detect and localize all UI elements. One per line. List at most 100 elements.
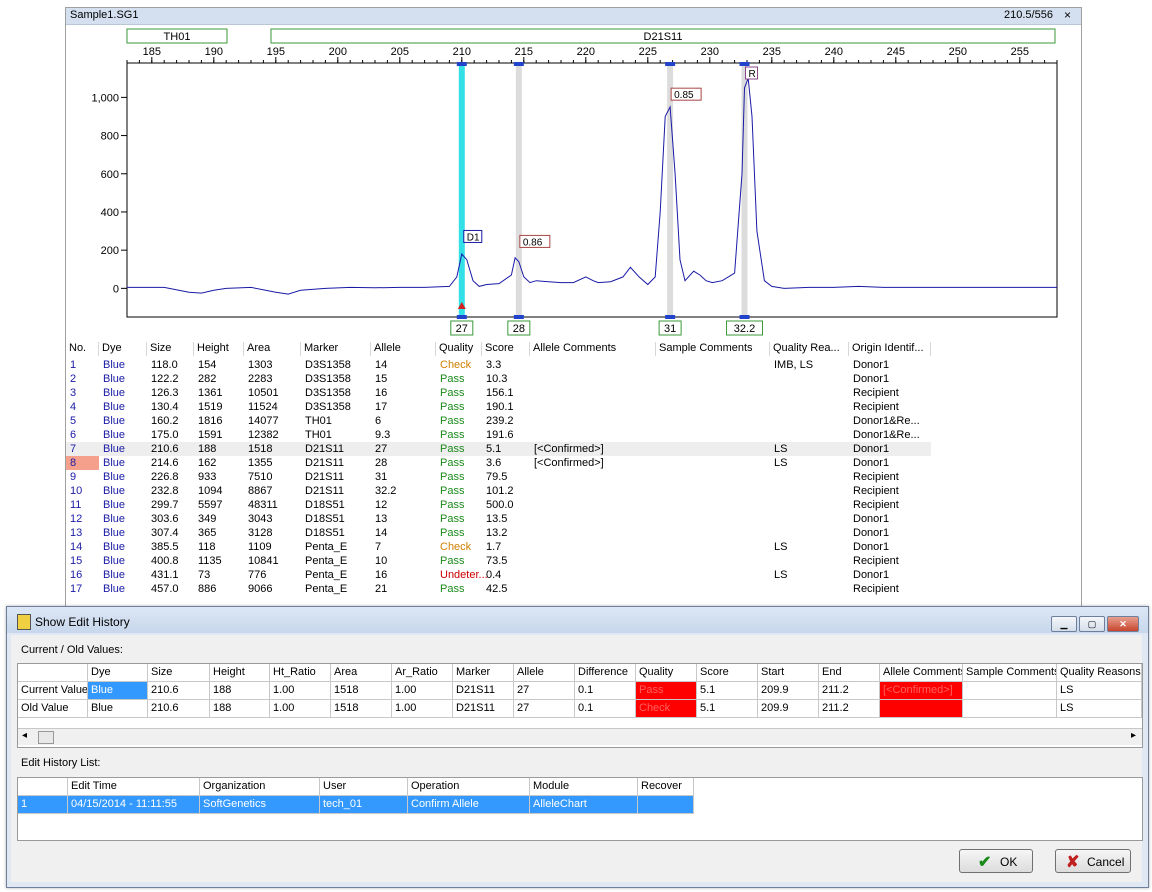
column-header[interactable]: Operation — [408, 778, 530, 796]
table-cell: Blue — [103, 485, 126, 497]
column-header[interactable]: Organization — [200, 778, 320, 796]
table-row[interactable]: 13 Blue 307.4 365 3128 D18S51 14 Pass 13.2 Donor1 — [66, 526, 931, 540]
x-tick-label: 195 — [267, 46, 285, 58]
allele-band[interactable] — [458, 63, 465, 317]
column-header[interactable]: Area — [244, 342, 301, 356]
scroll-left-icon[interactable]: ◂ — [22, 730, 27, 741]
column-header[interactable]: Module — [530, 778, 638, 796]
column-header[interactable]: Dye — [99, 342, 147, 356]
column-header[interactable]: Sample Comments — [656, 342, 770, 356]
column-header[interactable]: Size — [148, 664, 210, 682]
table-cell: 27 — [375, 443, 388, 455]
column-header[interactable]: Quality Reasons — [1057, 664, 1142, 682]
table-row[interactable]: 10 Blue 232.8 1094 8867 D21S11 32.2 Pass 101.2 Re… — [66, 484, 931, 498]
table-cell: Blue — [103, 401, 126, 413]
column-header[interactable]: No. — [66, 342, 99, 356]
column-header[interactable]: Score — [482, 342, 530, 356]
column-header[interactable]: Ar_Ratio — [392, 664, 453, 682]
history-cell: 1 — [18, 796, 68, 814]
current-old-label: Current / Old Values: — [21, 644, 123, 656]
band-top-handle[interactable] — [739, 62, 750, 66]
column-header[interactable]: User — [320, 778, 408, 796]
electropherogram[interactable]: TH01 D21S11 185 190 195 200 205 210 215 220 225 2… — [65, 24, 1075, 340]
table-cell — [880, 700, 963, 718]
table-row[interactable]: 7 Blue 210.6 188 1518 D21S11 27 Pass 5.1 [<Confir… — [66, 442, 931, 456]
table-row[interactable]: 16 Blue 431.1 73 776 Penta_E 16 Undeter... 0.4 LS… — [66, 568, 931, 582]
column-header[interactable]: Start — [758, 664, 819, 682]
band-bottom-handle[interactable] — [456, 315, 467, 319]
column-header[interactable]: Height — [210, 664, 270, 682]
column-header[interactable]: Quality — [436, 342, 482, 356]
table-row[interactable]: 11 Blue 299.7 5597 48311 D18S51 12 Pass 500.0 Rec… — [66, 498, 931, 512]
table-row[interactable]: 9 Blue 226.8 933 7510 D21S11 31 Pass 79.5 Recipie… — [66, 470, 931, 484]
column-header[interactable]: Marker — [453, 664, 514, 682]
table-row[interactable]: 12 Blue 303.6 349 3043 D18S51 13 Pass 13.5 Donor1 — [66, 512, 931, 526]
maximize-icon[interactable]: ▢ — [1079, 616, 1105, 632]
column-header[interactable] — [18, 778, 68, 796]
band-bottom-handle[interactable] — [739, 315, 750, 319]
table-cell: D3S1358 — [305, 401, 351, 413]
column-header[interactable]: End — [819, 664, 880, 682]
table-cell: 7 — [375, 541, 382, 553]
column-header[interactable]: Allele Comments — [880, 664, 963, 682]
table-cell: Blue — [103, 569, 126, 581]
band-top-handle[interactable] — [456, 62, 467, 66]
table-cell: 0.1 — [575, 682, 636, 700]
column-header[interactable]: Sample Comments — [963, 664, 1057, 682]
horizontal-scrollbar[interactable]: ◂ ▸ — [18, 728, 1142, 745]
scroll-right-icon[interactable]: ▸ — [1131, 730, 1136, 741]
table-cell: Pass — [440, 429, 465, 441]
cancel-button[interactable]: ✘ Cancel — [1055, 849, 1131, 873]
table-row[interactable]: 17 Blue 457.0 886 9066 Penta_E 21 Pass 42.5 Recip… — [66, 582, 931, 596]
table-cell: 1.7 — [486, 541, 502, 553]
table-row[interactable]: 1 Blue 118.0 154 1303 D3S1358 14 Check 3.3 IMB, L… — [66, 358, 931, 372]
column-header[interactable]: Dye — [88, 664, 148, 682]
band-bottom-handle[interactable] — [665, 315, 676, 319]
close-icon[interactable]: ✕ — [1107, 616, 1139, 632]
column-header[interactable]: Quality — [636, 664, 697, 682]
table-cell: 209.9 — [758, 682, 819, 700]
table-cell: Blue — [103, 387, 126, 399]
table-cell: Donor1 — [853, 527, 890, 539]
peak-label: R — [749, 69, 756, 80]
column-header[interactable]: Size — [147, 342, 194, 356]
table-cell: 8867 — [248, 485, 273, 497]
column-header[interactable]: Origin Identif... — [849, 342, 931, 356]
minimize-icon[interactable]: ▁ — [1051, 616, 1077, 632]
band-top-handle[interactable] — [513, 62, 524, 66]
column-header[interactable]: Allele Comments — [530, 342, 656, 356]
table-row[interactable]: 6 Blue 175.0 1591 12382 TH01 9.3 Pass 191.6 Donor… — [66, 428, 931, 442]
band-top-handle[interactable] — [665, 62, 676, 66]
column-header[interactable]: Edit Time — [68, 778, 200, 796]
column-header[interactable]: Area — [331, 664, 392, 682]
table-cell: 79.5 — [486, 471, 508, 483]
close-icon[interactable]: × — [1064, 8, 1071, 22]
table-cell: Pass — [636, 682, 697, 700]
column-header[interactable]: Difference — [575, 664, 636, 682]
column-header[interactable]: Score — [697, 664, 758, 682]
column-header[interactable]: Ht_Ratio — [270, 664, 331, 682]
column-header[interactable]: Marker — [301, 342, 371, 356]
table-row[interactable]: 2 Blue 122.2 282 2283 D3S1358 15 Pass 10.3 Donor1 — [66, 372, 931, 386]
column-header[interactable]: Allele — [371, 342, 436, 356]
table-row[interactable]: 14 Blue 385.5 118 1109 Penta_E 7 Check 1.7 LS Dono… — [66, 540, 931, 554]
table-cell: 13 — [375, 513, 388, 525]
column-header[interactable]: Recover — [638, 778, 694, 796]
table-row[interactable]: 4 Blue 130.4 1519 11524 D3S1358 17 Pass 190.1 Rec… — [66, 400, 931, 414]
table-cell: 211.2 — [819, 682, 880, 700]
column-header[interactable] — [18, 664, 88, 682]
band-bottom-handle[interactable] — [513, 315, 524, 319]
x-tick-label: 245 — [887, 46, 905, 58]
scroll-thumb[interactable] — [38, 731, 54, 744]
table-row[interactable]: 8 Blue 214.6 162 1355 D21S11 28 Pass 3.6 [<Confir… — [66, 456, 931, 470]
allele-band[interactable] — [515, 63, 522, 317]
ok-button[interactable]: ✔ OK — [959, 849, 1033, 873]
column-header[interactable]: Height — [194, 342, 244, 356]
table-row[interactable]: 5 Blue 160.2 1816 14077 TH01 6 Pass 239.2 Donor1&… — [66, 414, 931, 428]
allele-band[interactable] — [667, 63, 674, 317]
table-cell: Blue — [103, 555, 126, 567]
table-row[interactable]: 3 Blue 126.3 1361 10501 D3S1358 16 Pass 156.1 Rec… — [66, 386, 931, 400]
table-row[interactable]: 15 Blue 400.8 1135 10841 Penta_E 10 Pass 73.5 Rec… — [66, 554, 931, 568]
column-header[interactable]: Quality Rea... — [770, 342, 849, 356]
column-header[interactable]: Allele — [514, 664, 575, 682]
